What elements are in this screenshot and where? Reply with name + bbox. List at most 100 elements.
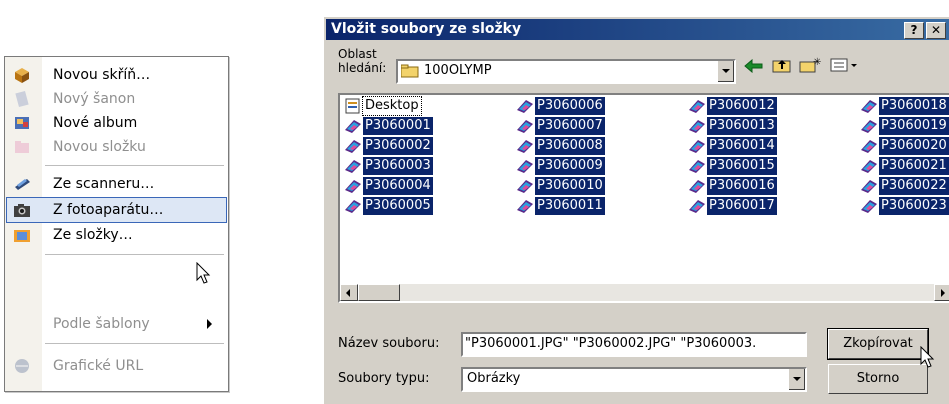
menu-item-label: Ze scanneru… bbox=[53, 176, 155, 192]
file-name: P3060020 bbox=[879, 137, 949, 155]
menu-item-label: Novou skříň… bbox=[53, 67, 151, 83]
photo-file-icon bbox=[689, 180, 705, 193]
menu-item-label: Nový šanon bbox=[53, 91, 136, 107]
menu-item-from-camera[interactable]: Z fotoaparátu… bbox=[6, 197, 227, 223]
scroll-right-button[interactable] bbox=[934, 284, 949, 301]
insert-files-dialog: Vložit soubory ze složky ? ✕ Oblast hled… bbox=[323, 16, 949, 404]
photo-file-icon bbox=[861, 100, 877, 113]
up-folder-icon[interactable] bbox=[770, 57, 794, 79]
binder-icon bbox=[15, 90, 29, 108]
look-in-label: Oblast hledání: bbox=[338, 47, 387, 75]
file-name: P3060016 bbox=[707, 177, 777, 195]
file-name: P3060019 bbox=[879, 117, 949, 135]
photo-file-icon bbox=[517, 200, 533, 213]
title-bar: Vložit soubory ze složky ? ✕ bbox=[326, 19, 949, 40]
menu-item-from-folder[interactable]: Ze složky… bbox=[7, 223, 226, 247]
menu-item-new-cabinet[interactable]: Novou skříň… bbox=[7, 63, 226, 87]
file-name: P3060008 bbox=[535, 137, 605, 155]
photo-file-icon bbox=[861, 160, 877, 173]
view-menu-icon[interactable] bbox=[828, 57, 862, 79]
dialog-title: Vložit soubory ze složky bbox=[331, 21, 522, 37]
photo-file-icon bbox=[861, 200, 877, 213]
photo-file-icon bbox=[345, 160, 361, 173]
folder-photo-icon bbox=[14, 230, 30, 242]
menu-item-from-scanner[interactable]: Ze scanneru… bbox=[7, 172, 226, 196]
cancel-button[interactable]: Storno bbox=[828, 364, 928, 394]
filetype-select[interactable]: Obrázky bbox=[461, 367, 807, 392]
menu-separator bbox=[45, 165, 224, 166]
camera-icon bbox=[14, 204, 30, 217]
svg-text:✳: ✳ bbox=[813, 57, 821, 68]
file-list[interactable]: P3060023 P3060022 P3060021 P3060020 P3060019… bbox=[338, 93, 949, 303]
filetype-value: Obrázky bbox=[467, 371, 521, 386]
filename-input[interactable]: "P3060001.JPG" "P3060002.JPG" "P3060003. bbox=[461, 332, 807, 357]
submenu-arrow-icon bbox=[207, 319, 212, 329]
file-name: P3060021 bbox=[879, 157, 949, 175]
photo-file-icon bbox=[861, 180, 877, 193]
copy-button[interactable]: Zkopírovat bbox=[827, 328, 929, 360]
file-name: P3060007 bbox=[535, 117, 605, 135]
desktop-icon bbox=[345, 98, 360, 114]
help-button[interactable]: ? bbox=[904, 22, 924, 39]
file-name: P3060005 bbox=[363, 197, 433, 215]
photo-file-icon bbox=[345, 120, 361, 133]
look-in-value: 100OLYMP bbox=[424, 63, 492, 78]
menu-item-label: Grafické URL bbox=[53, 358, 144, 374]
photo-file-icon bbox=[517, 160, 533, 173]
file-name: P3060003 bbox=[363, 157, 433, 175]
file-name: P3060004 bbox=[363, 177, 433, 195]
scroll-thumb[interactable] bbox=[358, 284, 400, 301]
file-name: P3060015 bbox=[707, 157, 777, 175]
horizontal-scrollbar[interactable] bbox=[340, 284, 949, 301]
menu-item-label: Nové album bbox=[53, 115, 138, 131]
photo-file-icon bbox=[345, 180, 361, 193]
menu-item-label: Z fotoaparátu… bbox=[53, 202, 164, 218]
menu-separator bbox=[45, 254, 224, 255]
file-name: P3060009 bbox=[535, 157, 605, 175]
context-menu: Novou skříň… Nový šanon Nové album Novou… bbox=[4, 56, 229, 392]
photo-file-icon bbox=[689, 100, 705, 113]
photo-file-icon bbox=[861, 140, 877, 153]
menu-item-new-binder[interactable]: Nový šanon bbox=[7, 87, 226, 111]
file-name: P3060001 bbox=[363, 117, 433, 135]
photo-file-icon bbox=[689, 140, 705, 153]
new-folder-icon[interactable]: ✳ bbox=[798, 57, 822, 79]
photo-file-icon bbox=[689, 200, 705, 213]
menu-item-label: Ze složky… bbox=[53, 227, 133, 243]
file-name: P3060023 bbox=[879, 197, 949, 215]
photo-file-icon bbox=[345, 140, 361, 153]
menu-item-label: Novou složku bbox=[53, 139, 146, 155]
mouse-cursor-icon bbox=[920, 346, 935, 368]
folder-icon bbox=[401, 64, 419, 78]
photo-file-icon bbox=[861, 120, 877, 133]
dropdown-arrow-button[interactable] bbox=[788, 369, 805, 390]
menu-item-new-album[interactable]: Nové album bbox=[7, 111, 226, 135]
folder-icon bbox=[15, 141, 29, 153]
menu-item-graphic-url[interactable]: Grafické URL bbox=[7, 354, 226, 378]
photo-file-icon bbox=[517, 140, 533, 153]
photo-file-icon bbox=[689, 120, 705, 133]
photo-file-icon bbox=[345, 200, 361, 213]
file-name: P3060017 bbox=[707, 197, 777, 215]
mouse-cursor-icon bbox=[196, 262, 211, 284]
photo-file-icon bbox=[517, 180, 533, 193]
file-name: P3060006 bbox=[535, 97, 605, 115]
file-name: P3060002 bbox=[363, 137, 433, 155]
file-name: P3060018 bbox=[879, 97, 949, 115]
web-image-icon bbox=[15, 359, 29, 373]
album-icon bbox=[15, 117, 29, 129]
filetype-label: Soubory typu: bbox=[338, 371, 430, 386]
look-in-select[interactable]: 100OLYMP bbox=[396, 59, 736, 84]
back-icon[interactable] bbox=[742, 57, 766, 79]
scroll-left-button[interactable] bbox=[340, 284, 358, 301]
menu-item-new-folder[interactable]: Novou složku bbox=[7, 135, 226, 159]
close-button[interactable]: ✕ bbox=[926, 22, 946, 39]
file-name: P3060011 bbox=[535, 197, 605, 215]
photo-file-icon bbox=[517, 100, 533, 113]
file-name: P3060022 bbox=[879, 177, 949, 195]
scanner-icon bbox=[15, 179, 30, 190]
dropdown-arrow-button[interactable] bbox=[717, 61, 734, 82]
menu-item-from-template[interactable]: Podle šablony bbox=[7, 312, 226, 336]
menu-separator bbox=[45, 343, 224, 344]
photo-file-icon bbox=[517, 120, 533, 133]
